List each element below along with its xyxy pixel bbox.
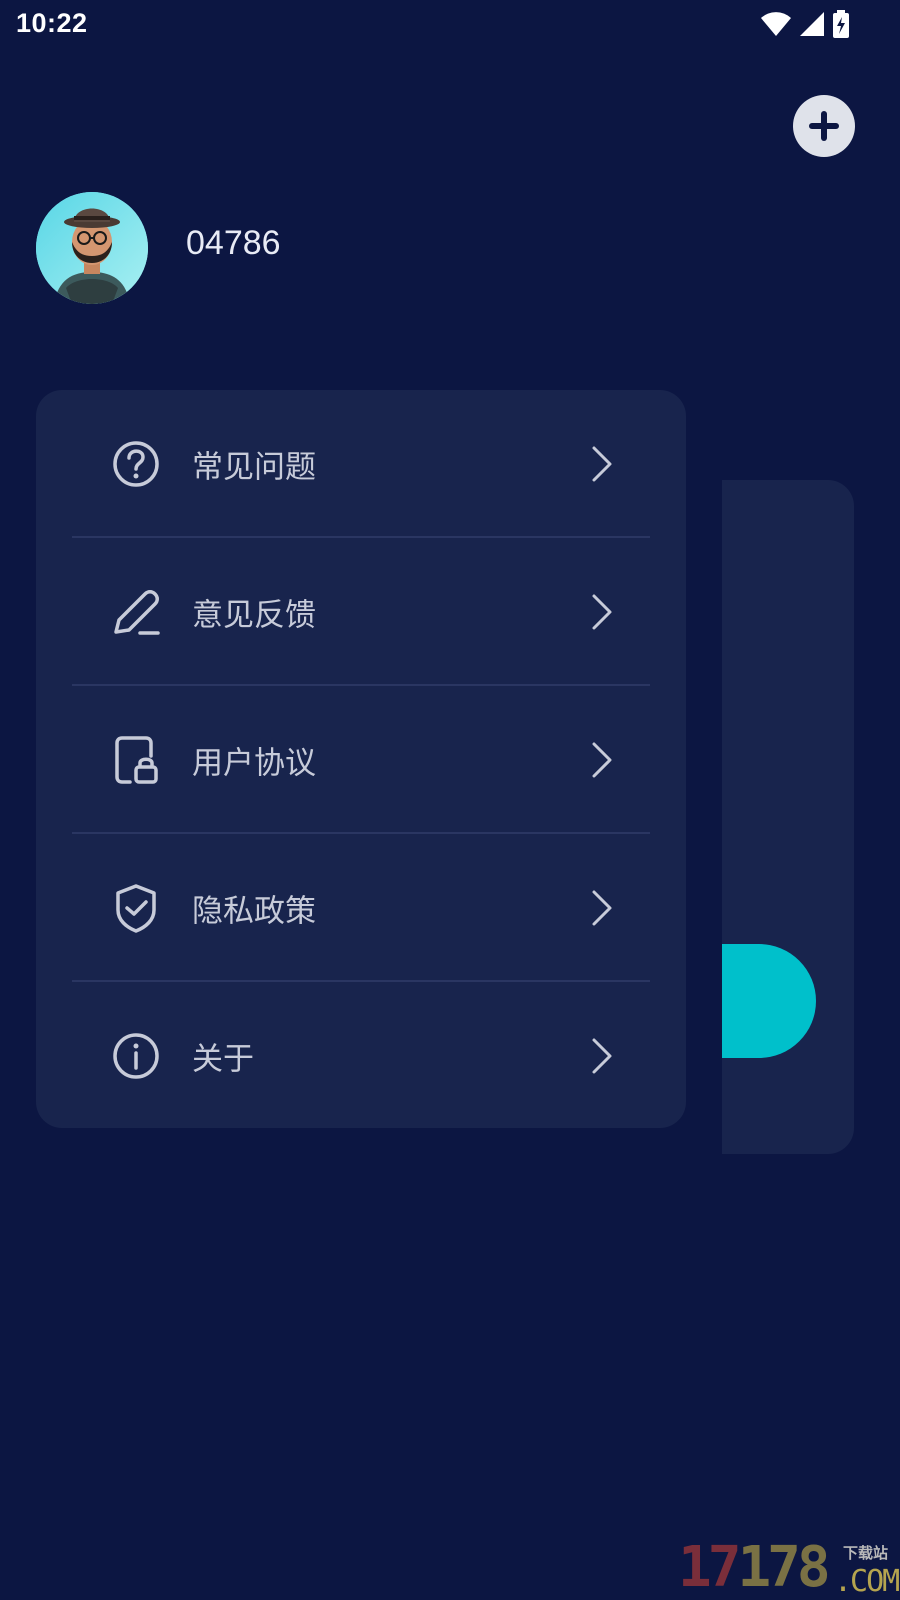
settings-menu: 常见问题 意见反馈 用户协议 隐私政策 关于: [36, 390, 686, 1128]
user-avatar: [36, 192, 148, 304]
help-circle-icon: [113, 441, 159, 487]
avatar[interactable]: [36, 192, 148, 304]
document-lock-icon: [115, 736, 158, 784]
pencil-icon: [114, 590, 160, 635]
menu-item-about[interactable]: 关于: [72, 982, 650, 1130]
menu-item-label: 关于: [192, 1041, 254, 1078]
menu-item-label: 用户协议: [192, 745, 316, 782]
menu-item-faq[interactable]: 常见问题: [72, 390, 650, 538]
watermark-number: 17178: [678, 1535, 831, 1600]
shield-check-icon: [116, 884, 156, 933]
chevron-right-icon: [592, 446, 612, 482]
plus-icon: [809, 111, 839, 141]
menu-item-feedback[interactable]: 意见反馈: [72, 538, 650, 686]
info-circle-icon: [113, 1033, 159, 1079]
watermark-tagline: 下载站: [843, 1544, 889, 1562]
chevron-right-icon: [592, 594, 612, 630]
user-id: 04786: [186, 224, 281, 262]
app-screen: 10:22 04786 常见问题 意见反馈 用户协议 隐私政策 关于 17178…: [0, 0, 900, 1600]
chevron-right-icon: [592, 742, 612, 778]
wifi-icon: [761, 12, 791, 37]
battery-charging-icon: [833, 10, 849, 38]
status-time: 10:22: [16, 8, 88, 38]
menu-item-label: 隐私政策: [192, 893, 316, 930]
chevron-right-icon: [592, 890, 612, 926]
status-icons: [760, 10, 850, 38]
menu-item-label: 意见反馈: [192, 597, 316, 634]
menu-item-privacy-policy[interactable]: 隐私政策: [72, 834, 650, 982]
menu-item-label: 常见问题: [192, 449, 316, 486]
watermark-domain: .COM: [834, 1564, 900, 1599]
add-button[interactable]: [793, 95, 855, 157]
signal-icon: [800, 12, 824, 36]
watermark: 17178 下载站 .COM: [678, 1535, 900, 1600]
chevron-right-icon: [592, 1038, 612, 1074]
menu-item-user-agreement[interactable]: 用户协议: [72, 686, 650, 834]
